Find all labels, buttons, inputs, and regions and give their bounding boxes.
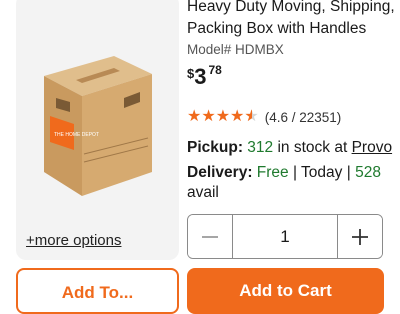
price-dollars: 3	[194, 64, 207, 89]
box-logo-text: THE HOME DEPOT	[54, 132, 99, 138]
rating[interactable]: ★ ★ ★ ★ ★ (4.6 / 22351)	[187, 108, 341, 126]
product-image[interactable]: THE HOME DEPOT	[36, 54, 156, 204]
pickup-text: in stock at	[277, 139, 348, 156]
delivery-count: 528	[355, 164, 381, 181]
star-icon: ★	[187, 108, 202, 125]
add-to-list-button[interactable]: Add To...	[16, 268, 179, 314]
delivery-price: Free	[256, 164, 289, 181]
delivery-avail-text: avail	[187, 184, 219, 201]
model-number: Model# HDMBX	[187, 42, 284, 57]
star-icon: ★	[215, 108, 231, 125]
delivery-separator: |	[346, 164, 351, 181]
increase-quantity-button[interactable]	[337, 215, 382, 258]
star-icon: ★	[230, 108, 245, 125]
delivery-separator: |	[292, 164, 298, 181]
price-cents: 78	[208, 63, 222, 77]
delivery-availability: Delivery: Free | Today | 528 avail	[187, 163, 392, 203]
more-options-link[interactable]: +more options	[26, 232, 121, 249]
product-image-card[interactable]: THE HOME DEPOT +more options	[16, 0, 179, 260]
plus-icon	[352, 228, 368, 245]
minus-icon	[202, 235, 218, 238]
price-currency: $	[187, 66, 195, 81]
delivery-label: Delivery:	[187, 164, 253, 181]
decrease-quantity-button[interactable]	[188, 215, 233, 258]
delivery-day: Today	[301, 164, 343, 181]
product-title: Heavy Duty Moving, Shipping, Packing Box…	[187, 0, 395, 37]
add-to-cart-button[interactable]: Add to Cart	[187, 268, 384, 314]
quantity-input[interactable]	[233, 215, 337, 258]
pickup-availability: Pickup: 312 in stock at Provo	[187, 139, 392, 157]
store-link[interactable]: Provo	[352, 139, 393, 156]
star-rating: ★ ★ ★ ★ ★	[187, 108, 259, 126]
pickup-label: Pickup:	[187, 139, 243, 156]
star-half-icon: ★	[244, 108, 258, 126]
star-icon: ★	[201, 108, 216, 125]
pickup-count: 312	[247, 139, 274, 156]
rating-count[interactable]: (4.6 / 22351)	[265, 110, 342, 125]
price: $3 78	[187, 63, 222, 90]
quantity-stepper[interactable]	[187, 214, 383, 259]
